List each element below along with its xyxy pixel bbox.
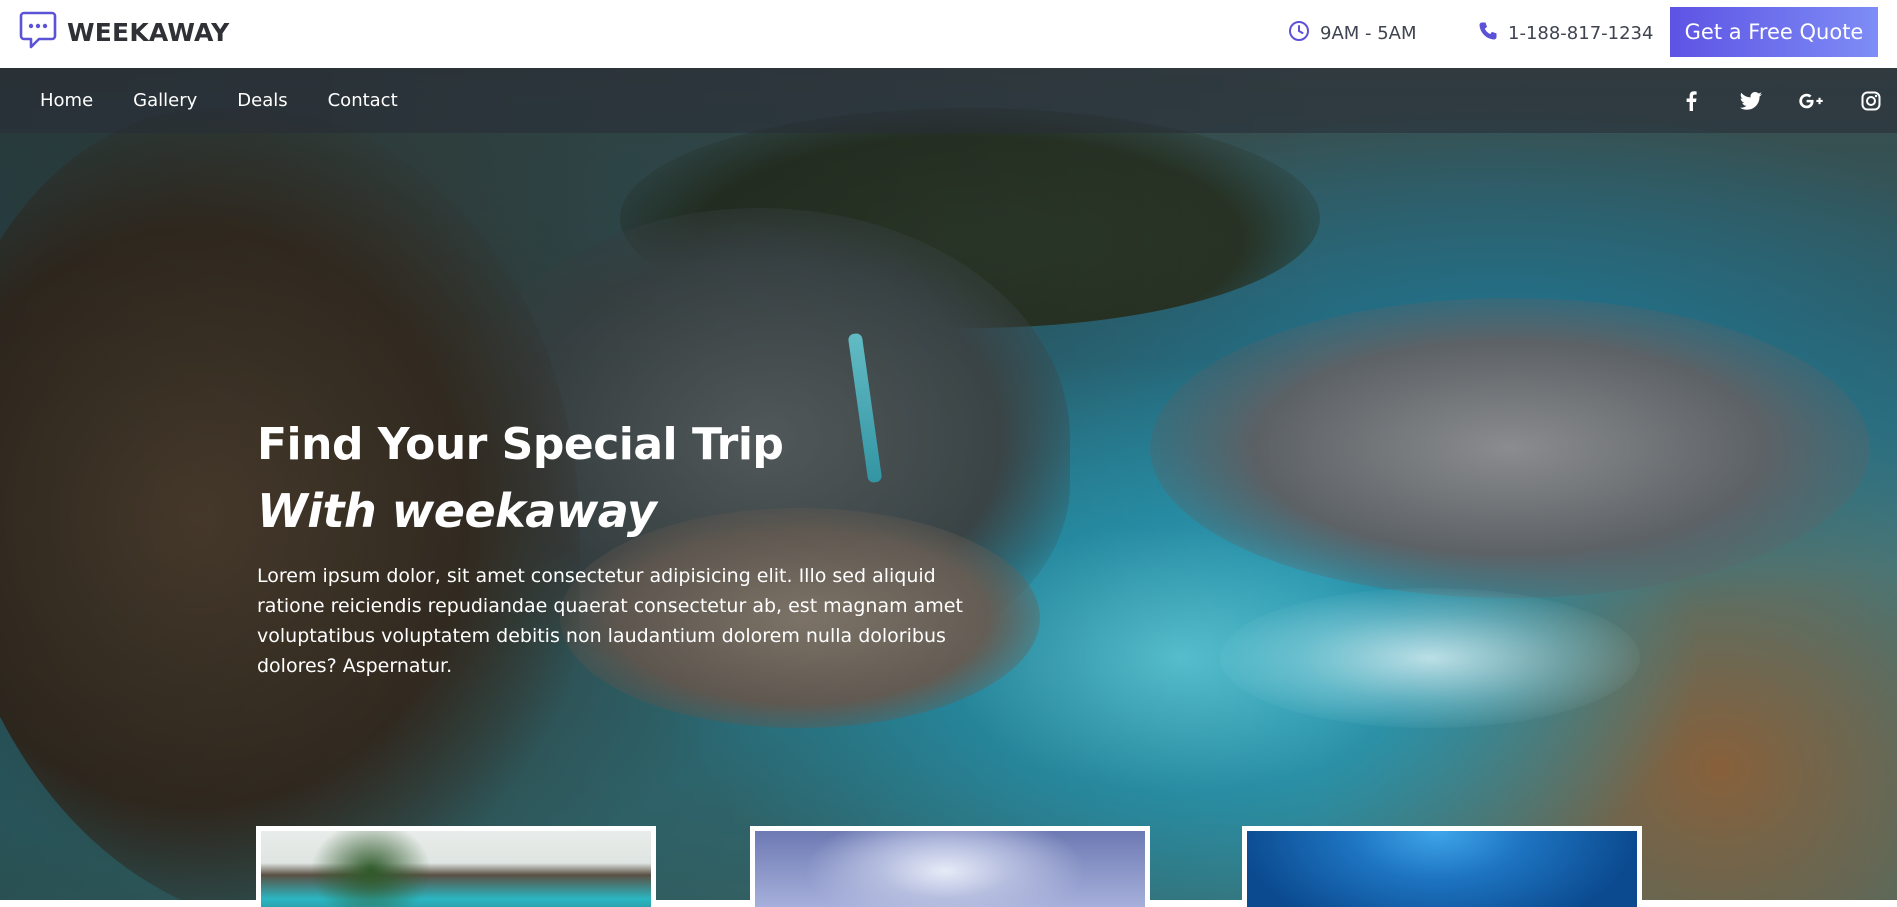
phone-icon [1478, 21, 1498, 46]
hero-description: Lorem ipsum dolor, sit amet consectetur … [257, 565, 963, 677]
destination-card-1[interactable] [256, 826, 656, 907]
clock-icon [1288, 20, 1310, 47]
instagram-icon[interactable] [1859, 89, 1883, 113]
hero-content: Find Your Special Trip With weekaway Lor… [257, 415, 997, 681]
brand-logo[interactable]: WEEKAWAY [19, 10, 230, 54]
facebook-icon[interactable] [1679, 89, 1703, 113]
destination-card-2[interactable] [750, 826, 1150, 907]
phone-text: 1-188-817-1234 [1508, 22, 1654, 44]
sky-clouds-photo [755, 831, 1145, 907]
main-nav: Home Gallery Deals Contact [0, 68, 1897, 133]
google-plus-icon[interactable] [1799, 89, 1823, 113]
hero-title: Find Your Special Trip [257, 419, 784, 470]
top-header: WEEKAWAY 9AM - 5AM 1-188-817-1234 Get a … [0, 0, 1897, 68]
twitter-icon[interactable] [1739, 89, 1763, 113]
nav-links: Home Gallery Deals Contact [40, 68, 398, 133]
social-links [1679, 68, 1883, 133]
destination-card-3[interactable] [1242, 826, 1642, 907]
business-hours: 9AM - 5AM [1288, 20, 1417, 46]
nav-deals[interactable]: Deals [237, 90, 287, 111]
nav-contact[interactable]: Contact [328, 90, 398, 111]
get-free-quote-button[interactable]: Get a Free Quote [1670, 7, 1878, 57]
brand-name: WEEKAWAY [67, 17, 230, 47]
hours-text: 9AM - 5AM [1320, 22, 1417, 44]
underwater-photo [1247, 831, 1637, 907]
resort-photo [261, 831, 651, 907]
phone-number[interactable]: 1-188-817-1234 [1478, 20, 1653, 46]
nav-home[interactable]: Home [40, 90, 93, 111]
nav-gallery[interactable]: Gallery [133, 90, 197, 111]
hero-subtitle: With weekaway [257, 484, 657, 538]
chat-bubble-icon [19, 10, 57, 54]
